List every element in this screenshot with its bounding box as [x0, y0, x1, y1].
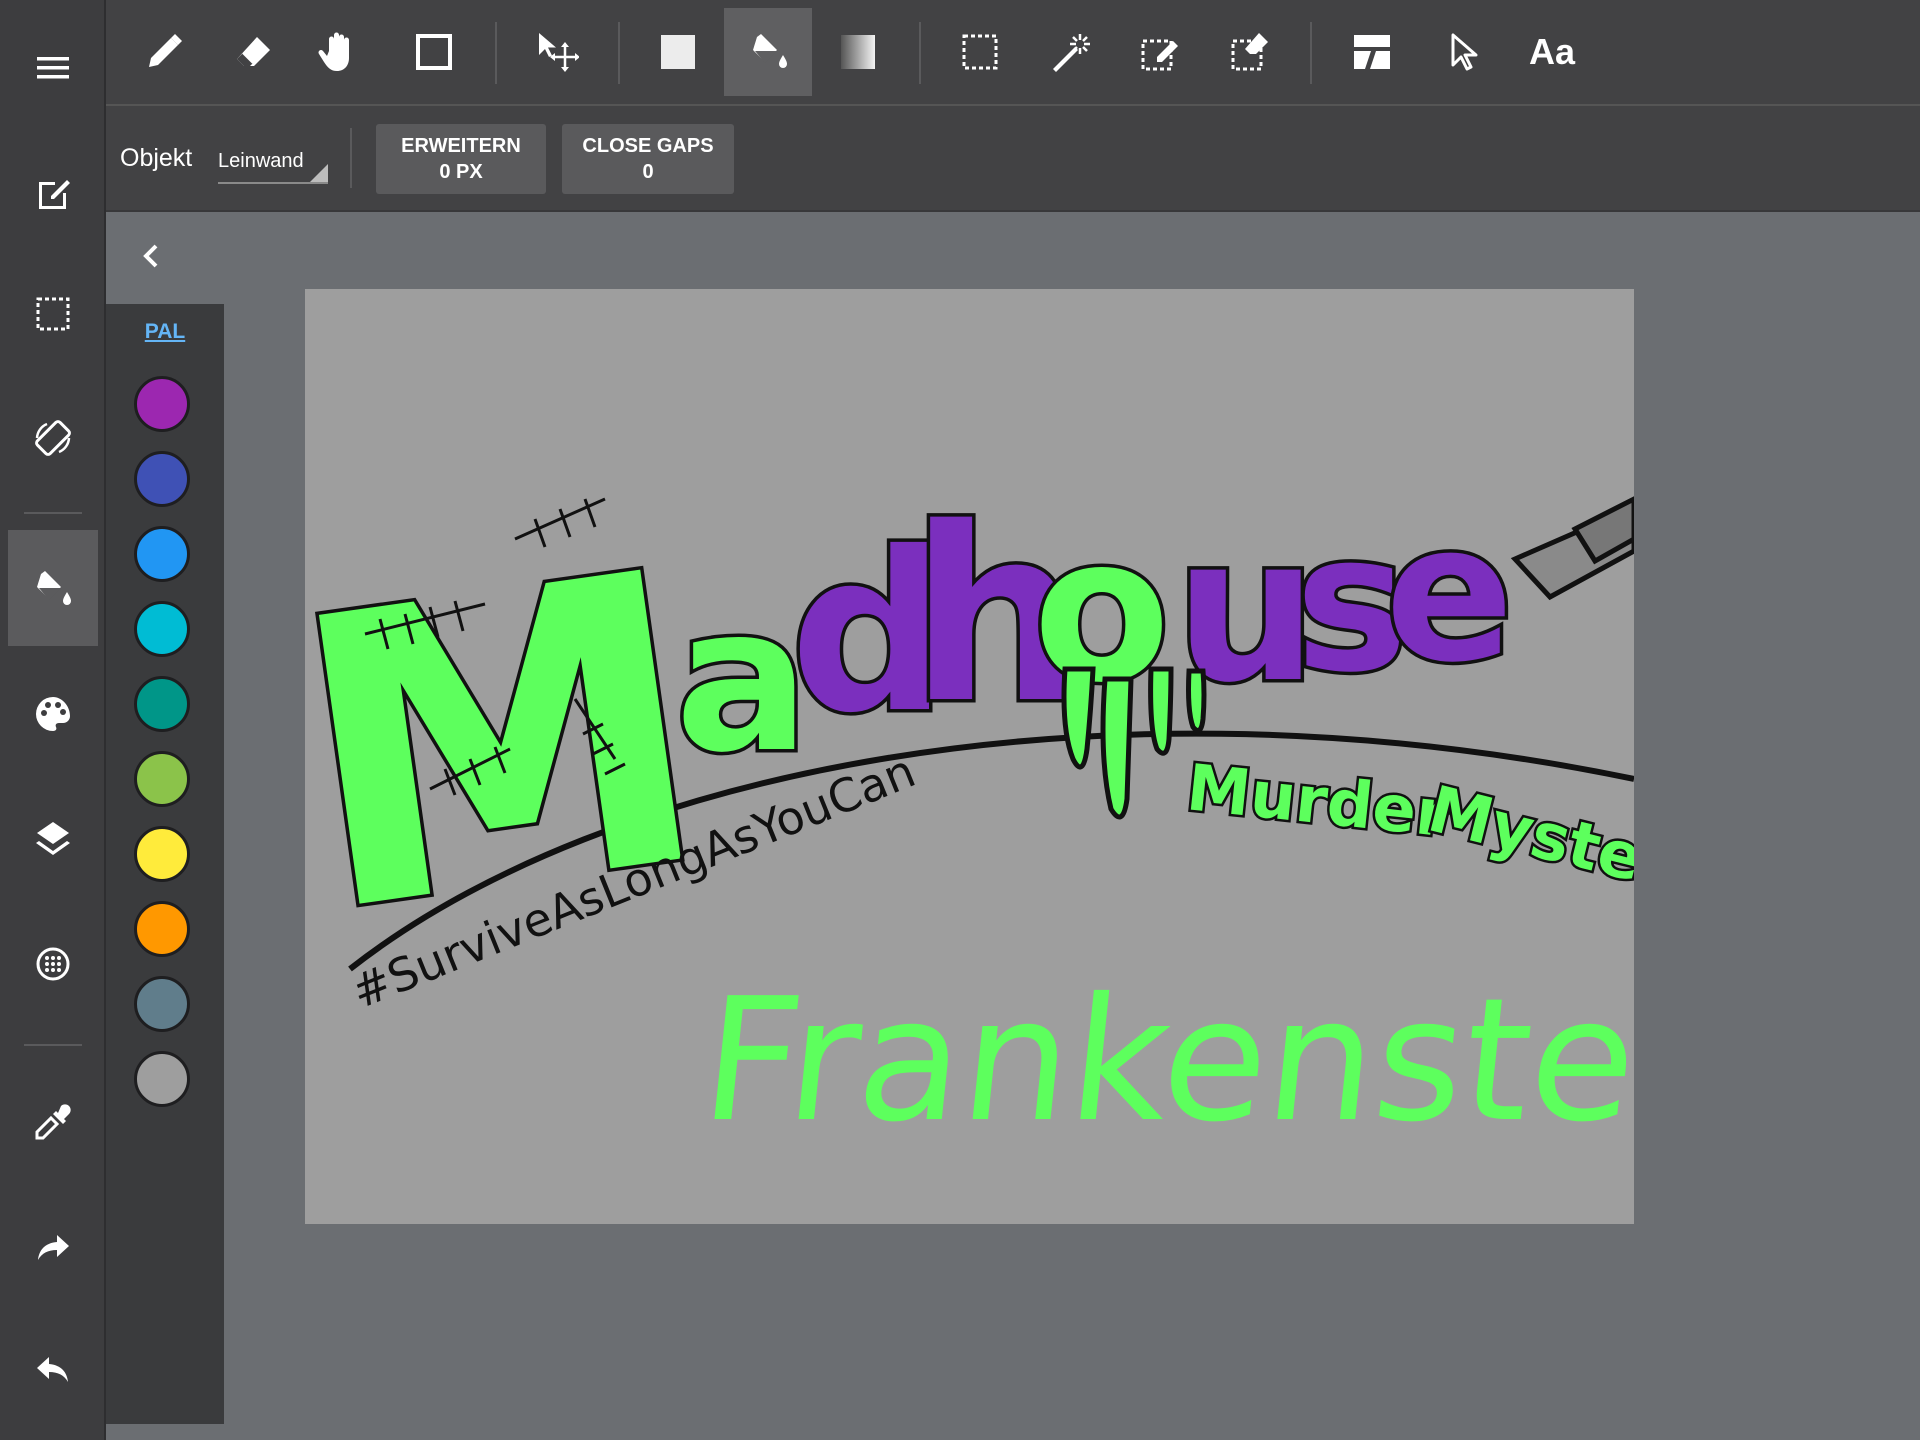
palette-icon[interactable] — [8, 656, 98, 772]
color-swatch[interactable] — [134, 1051, 190, 1107]
subtitle-murder: Murder — [1183, 751, 1451, 852]
color-swatch[interactable] — [134, 901, 190, 957]
knife-icon — [1510, 496, 1634, 601]
toolbar-divider — [495, 22, 497, 84]
color-swatch[interactable] — [134, 751, 190, 807]
grid-icon[interactable] — [8, 906, 98, 1022]
toolbar-divider — [618, 22, 620, 84]
rotate-icon[interactable] — [8, 380, 98, 496]
color-swatch[interactable] — [134, 826, 190, 882]
magic-wand-icon[interactable] — [1026, 8, 1114, 96]
close-gaps-value: 0 — [642, 161, 654, 183]
undo-icon[interactable] — [8, 1312, 98, 1428]
bucket-icon — [753, 34, 787, 68]
sidebar-divider — [24, 1044, 82, 1046]
redo-icon[interactable] — [8, 1190, 98, 1306]
panel-icon[interactable] — [1328, 8, 1416, 96]
menu-icon[interactable] — [8, 10, 98, 126]
color-swatch[interactable] — [134, 526, 190, 582]
bucket-icon — [37, 571, 71, 605]
rectangle-icon[interactable] — [390, 8, 478, 96]
color-swatch[interactable] — [134, 451, 190, 507]
pencil-icon[interactable] — [120, 8, 208, 96]
palette-link[interactable]: PAL — [106, 320, 224, 344]
color-swatch[interactable] — [134, 376, 190, 432]
drawing-canvas[interactable]: M a d h o u s e #SurviveAsLongAsYouCan M… — [305, 289, 1634, 1224]
subtitle-mystery: Mystery — [1421, 773, 1634, 915]
sidebar-bucket-button[interactable] — [8, 530, 98, 646]
target-select[interactable]: Leinwand — [218, 150, 328, 184]
fill-color-icon[interactable] — [634, 8, 722, 96]
select-rect-icon[interactable] — [936, 8, 1024, 96]
bucket-tool-button[interactable] — [724, 8, 812, 96]
expand-button[interactable]: ERWEITERN 0 PX — [376, 124, 546, 194]
color-swatch[interactable] — [134, 601, 190, 657]
chevron-left-icon — [143, 244, 158, 268]
collapse-panel-button[interactable] — [132, 236, 172, 276]
layers-icon[interactable] — [8, 780, 98, 896]
artwork: M a d h o u s e #SurviveAsLongAsYouCan M… — [305, 473, 1634, 1160]
dropdown-triangle-icon — [310, 164, 328, 182]
gradient-icon[interactable] — [814, 8, 902, 96]
color-swatch[interactable] — [134, 676, 190, 732]
color-palette: PAL — [106, 304, 224, 1424]
edit-icon[interactable] — [8, 134, 98, 250]
close-gaps-label: CLOSE GAPS — [582, 135, 714, 157]
options-divider — [350, 128, 352, 188]
text-tool-button[interactable]: Aa — [1508, 8, 1596, 96]
expand-label: ERWEITERN — [401, 135, 521, 157]
pointer-icon[interactable] — [1418, 8, 1506, 96]
select-eraser-icon[interactable] — [1206, 8, 1294, 96]
toolbar-divider — [1310, 22, 1312, 84]
character-name: Frankenstein — [693, 962, 1634, 1159]
target-label: Objekt — [120, 144, 193, 172]
close-gaps-button[interactable]: CLOSE GAPS 0 — [562, 124, 734, 194]
left-sidebar — [0, 0, 106, 1440]
selection-icon[interactable] — [8, 256, 98, 372]
eyedropper-icon[interactable] — [8, 1064, 98, 1180]
move-icon[interactable] — [512, 8, 600, 96]
toolbar-divider — [919, 22, 921, 84]
tool-options-bar: Objekt Leinwand ERWEITERN 0 PX CLOSE GAP… — [106, 106, 1920, 212]
select-pen-icon[interactable] — [1116, 8, 1204, 96]
color-swatch[interactable] — [134, 976, 190, 1032]
top-toolbar: Aa — [106, 0, 1920, 106]
target-select-value: Leinwand — [218, 150, 304, 172]
title-letter-e: e — [1385, 483, 1514, 704]
eraser-icon[interactable] — [210, 8, 298, 96]
hand-icon[interactable] — [296, 8, 384, 96]
sidebar-divider — [24, 512, 82, 514]
expand-value: 0 PX — [439, 161, 483, 183]
